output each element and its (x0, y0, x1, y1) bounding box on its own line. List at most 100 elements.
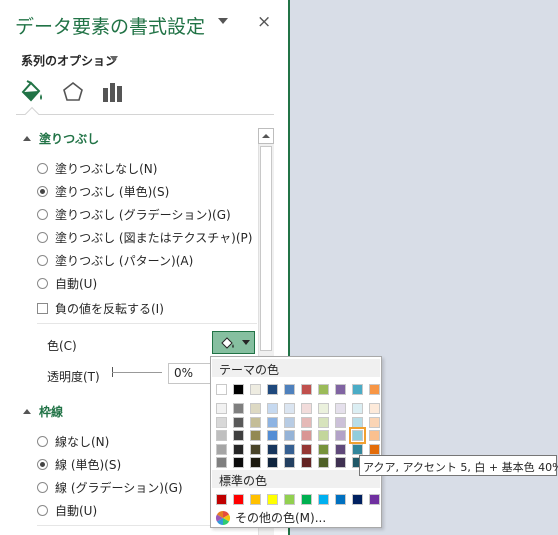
fill-option-solid[interactable]: 塗りつぶし (単色)(S) (37, 183, 169, 200)
color-swatch[interactable] (335, 403, 346, 414)
color-swatch[interactable] (250, 384, 261, 395)
color-swatch[interactable] (233, 430, 244, 441)
color-swatch[interactable] (301, 384, 312, 395)
color-swatch[interactable] (284, 416, 295, 428)
series-options-label[interactable]: 系列のオプション (21, 52, 117, 69)
color-swatch[interactable] (250, 416, 261, 428)
fill-color-button[interactable] (212, 331, 255, 354)
color-swatch[interactable] (284, 384, 295, 395)
line-option-solid[interactable]: 線 (単色)(S) (37, 456, 121, 473)
close-icon[interactable]: × (257, 12, 271, 32)
border-section-header[interactable]: 枠線 (23, 403, 63, 420)
scrollbar-thumb[interactable] (260, 146, 272, 351)
color-swatch[interactable] (233, 416, 244, 428)
color-swatch[interactable] (301, 416, 312, 428)
checkbox[interactable] (37, 303, 48, 314)
color-swatch[interactable] (369, 443, 380, 455)
radio-button[interactable] (37, 505, 48, 516)
color-swatch[interactable] (352, 384, 363, 395)
scroll-up-button[interactable] (258, 128, 274, 144)
color-swatch[interactable] (284, 443, 295, 455)
color-swatch[interactable] (301, 430, 312, 441)
pentagon-icon[interactable] (60, 78, 86, 106)
fill-section-header[interactable]: 塗りつぶし (23, 130, 99, 147)
series-options-dropdown-icon[interactable] (110, 56, 118, 62)
color-swatch[interactable] (301, 443, 312, 455)
more-colors-button[interactable]: その他の色(M)... (215, 509, 326, 526)
color-swatch[interactable] (301, 403, 312, 414)
standard-color-swatch[interactable] (335, 494, 346, 505)
color-swatch[interactable] (267, 443, 278, 455)
standard-color-swatch[interactable] (216, 494, 227, 505)
color-swatch[interactable] (352, 443, 363, 455)
color-swatch[interactable] (369, 384, 380, 395)
line-option-gradient[interactable]: 線 (グラデーション)(G) (37, 479, 183, 496)
color-swatch[interactable] (267, 430, 278, 441)
color-swatch[interactable] (335, 443, 346, 455)
color-swatch[interactable] (233, 403, 244, 414)
color-swatch-selected[interactable] (349, 427, 366, 444)
standard-color-swatch[interactable] (233, 494, 244, 505)
fill-option-gradient[interactable]: 塗りつぶし (グラデーション)(G) (37, 206, 231, 223)
color-swatch[interactable] (369, 416, 380, 428)
fill-option-pattern[interactable]: 塗りつぶし (パターン)(A) (37, 252, 193, 269)
standard-color-swatch[interactable] (318, 494, 329, 505)
color-swatch[interactable] (233, 384, 244, 395)
color-swatch[interactable] (318, 430, 329, 441)
radio-button[interactable] (37, 209, 48, 220)
color-swatch[interactable] (216, 457, 227, 468)
color-swatch[interactable] (267, 416, 278, 428)
color-swatch[interactable] (318, 384, 329, 395)
color-swatch[interactable] (335, 416, 346, 428)
paint-bucket-icon[interactable] (19, 78, 45, 106)
radio-button[interactable] (37, 186, 48, 197)
color-swatch[interactable] (369, 403, 380, 414)
transparency-slider-track[interactable] (112, 372, 162, 373)
color-swatch[interactable] (335, 457, 346, 468)
standard-color-swatch[interactable] (352, 494, 363, 505)
standard-color-swatch[interactable] (267, 494, 278, 505)
color-swatch[interactable] (233, 443, 244, 455)
color-swatch[interactable] (335, 384, 346, 395)
line-option-auto[interactable]: 自動(U) (37, 502, 97, 519)
color-swatch[interactable] (250, 457, 261, 468)
color-swatch[interactable] (301, 457, 312, 468)
color-swatch[interactable] (233, 457, 244, 468)
color-swatch[interactable] (216, 416, 227, 428)
color-swatch[interactable] (369, 430, 380, 441)
color-swatch[interactable] (352, 416, 363, 428)
color-swatch[interactable] (352, 403, 363, 414)
fill-option-none[interactable]: 塗りつぶしなし(N) (37, 160, 157, 177)
color-swatch[interactable] (250, 403, 261, 414)
color-swatch[interactable] (318, 443, 329, 455)
pane-options-dropdown-icon[interactable] (218, 18, 228, 24)
color-swatch[interactable] (267, 384, 278, 395)
color-swatch[interactable] (216, 430, 227, 441)
color-swatch[interactable] (267, 403, 278, 414)
radio-button[interactable] (37, 482, 48, 493)
transparency-input[interactable]: 0% (168, 363, 212, 384)
color-swatch[interactable] (216, 384, 227, 395)
color-swatch[interactable] (250, 430, 261, 441)
color-swatch[interactable] (250, 443, 261, 455)
bar-chart-icon[interactable] (100, 78, 126, 106)
standard-color-swatch[interactable] (369, 494, 380, 505)
color-swatch[interactable] (284, 403, 295, 414)
color-swatch[interactable] (216, 443, 227, 455)
standard-color-swatch[interactable] (284, 494, 295, 505)
standard-color-swatch[interactable] (301, 494, 312, 505)
standard-color-swatch[interactable] (250, 494, 261, 505)
fill-option-auto[interactable]: 自動(U) (37, 275, 97, 292)
color-swatch[interactable] (284, 430, 295, 441)
color-swatch[interactable] (284, 457, 295, 468)
color-swatch[interactable] (318, 403, 329, 414)
fill-option-picture[interactable]: 塗りつぶし (図またはテクスチャ)(P) (37, 229, 252, 246)
color-swatch[interactable] (267, 457, 278, 468)
color-swatch[interactable] (318, 457, 329, 468)
radio-button[interactable] (37, 255, 48, 266)
color-swatch[interactable] (216, 403, 227, 414)
color-swatch[interactable] (318, 416, 329, 428)
invert-if-negative-checkbox[interactable]: 負の値を反転する(I) (37, 300, 164, 317)
radio-button[interactable] (37, 459, 48, 470)
radio-button[interactable] (37, 436, 48, 447)
